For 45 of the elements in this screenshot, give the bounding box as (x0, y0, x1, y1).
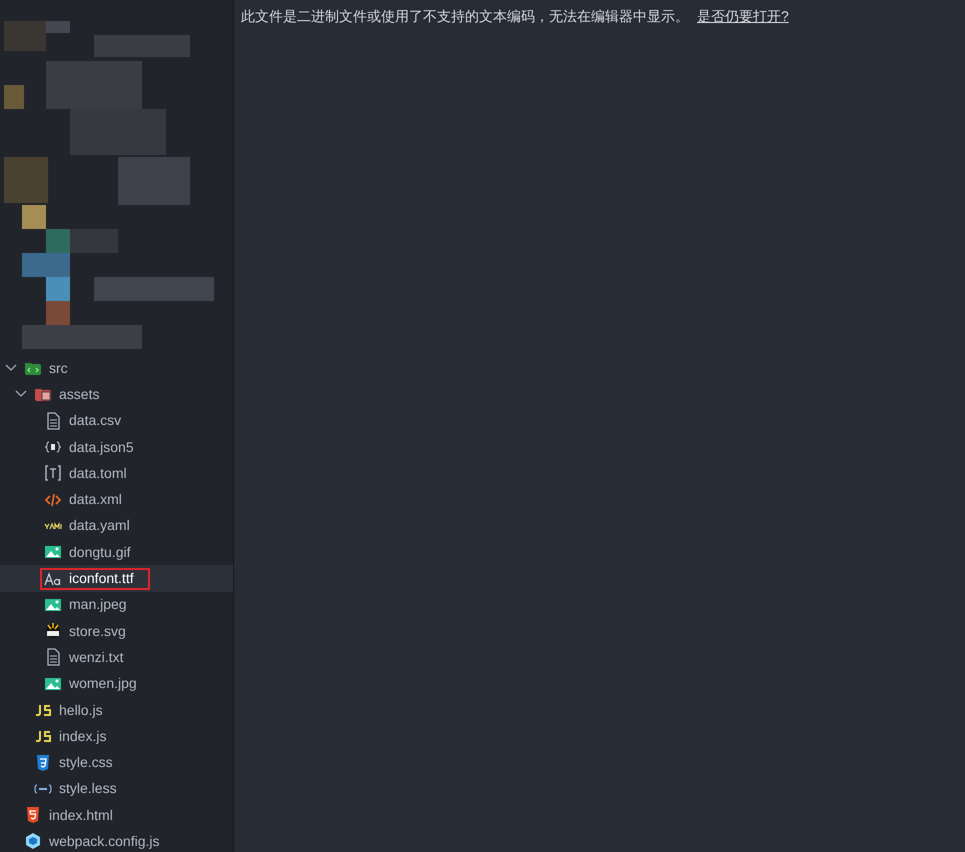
file-row[interactable]: data.toml (0, 460, 233, 486)
file-name: hello.js (59, 700, 103, 720)
folder-row[interactable]: assets (0, 381, 233, 408)
file-name: data.xml (69, 490, 122, 510)
file-row[interactable]: data.csv (0, 408, 233, 434)
html-shield-icon (24, 806, 42, 824)
file-row[interactable]: style.less (0, 776, 233, 802)
file-name: dongtu.gif (69, 542, 130, 562)
file-row[interactable]: hello.js (0, 696, 233, 724)
file-name: style.css (59, 753, 113, 772)
cube-icon (24, 832, 42, 850)
file-row[interactable]: data.json5 (0, 434, 233, 460)
open-anyway-link[interactable]: 是否仍要打开? (697, 6, 789, 27)
svg-badge-icon (44, 622, 62, 640)
file-row[interactable]: wenzi.txt (0, 644, 233, 671)
file-name: data.csv (69, 411, 122, 430)
file-row[interactable]: index.html (0, 802, 233, 828)
folder-name: src (49, 358, 68, 378)
file-row[interactable]: store.svg (0, 618, 233, 644)
folder-row[interactable]: src (0, 355, 233, 382)
binary-file-message: 此文件是二进制文件或使用了不支持的文本编码，无法在编辑器中显示。 (241, 7, 689, 26)
bracket-icon (44, 464, 62, 482)
file-name: man.jpeg (69, 595, 127, 614)
file-row[interactable]: iconfont.ttf (0, 565, 233, 592)
file-name: wenzi.txt (69, 648, 124, 667)
file-row[interactable]: women.jpg (0, 670, 233, 697)
file-name: data.toml (69, 464, 127, 483)
file-row[interactable]: dongtu.gif (0, 539, 233, 566)
file-name: data.yaml (69, 516, 130, 536)
file-name: index.html (49, 806, 113, 825)
file-row[interactable]: data.xml (0, 486, 233, 513)
file-name: webpack.config.js (49, 832, 160, 851)
file-name: data.json5 (69, 438, 134, 457)
file-name: style.less (59, 779, 117, 798)
file-name: store.svg (69, 622, 126, 641)
folder-name: assets (59, 384, 100, 404)
file-row[interactable]: man.jpeg (0, 592, 233, 618)
file-row[interactable]: data.yaml (0, 512, 233, 540)
file-row[interactable]: webpack.config.js (0, 828, 233, 852)
file-row[interactable]: index.js (0, 723, 233, 750)
file-name: index.js (59, 726, 106, 746)
file-name: iconfont.ttf (69, 569, 134, 588)
css-shield-icon (34, 754, 52, 772)
file-row[interactable]: style.css (0, 749, 233, 776)
file-name: women.jpg (69, 674, 137, 694)
